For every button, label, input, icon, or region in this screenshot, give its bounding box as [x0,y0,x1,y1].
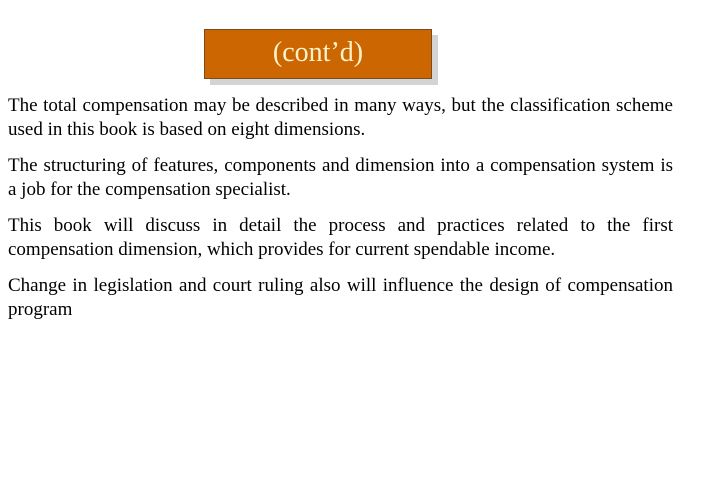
paragraph-book-discussion: This book will discuss in detail the pro… [8,215,673,260]
paragraph-total-compensation: The total compensation may be described … [8,95,673,140]
slide-body: The total compensation may be described … [8,94,673,334]
paragraph-legislation: Change in legislation and court ruling a… [8,275,673,320]
slide-title-banner: (cont’d) [204,29,438,85]
paragraph-structuring: The structuring of features, components … [8,155,673,200]
title-box: (cont’d) [204,29,432,79]
slide-title: (cont’d) [272,37,364,68]
